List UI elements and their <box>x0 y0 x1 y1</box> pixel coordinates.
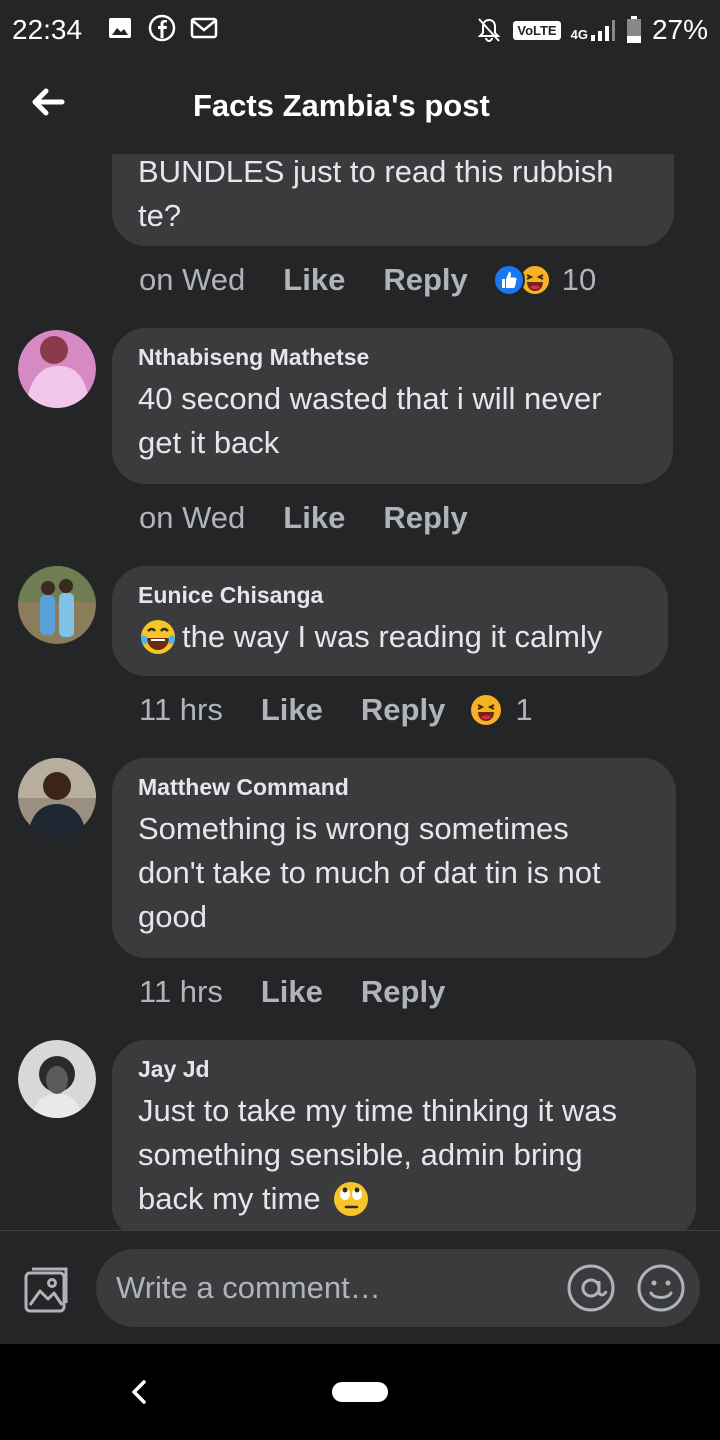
avatar[interactable] <box>18 1040 96 1118</box>
volte-badge: VoLTE <box>513 20 561 40</box>
muted-bell-icon <box>477 18 501 43</box>
system-indicators: VoLTE 4G 27% <box>475 14 708 46</box>
comment-bubble[interactable]: Jay Jd Just to take my time thinking it … <box>112 1040 696 1230</box>
system-nav-bar <box>0 1344 720 1440</box>
like-button[interactable]: Like <box>261 974 323 1010</box>
avatar[interactable] <box>18 758 96 836</box>
facebook-icon <box>148 14 176 42</box>
page-title: Facts Zambia's post <box>193 88 490 123</box>
like-button[interactable]: Like <box>283 262 345 298</box>
comment-text-line: the way I was reading it calmly <box>182 619 603 654</box>
comment-text-line: good <box>138 899 207 934</box>
comment-actions: 11 hrs Like Reply <box>139 974 483 1010</box>
gmail-icon <box>190 17 218 39</box>
like-button[interactable]: Like <box>261 692 323 728</box>
reply-button[interactable]: Reply <box>383 262 467 298</box>
reaction-count: 10 <box>561 262 597 297</box>
comment-author[interactable]: Matthew Command <box>138 774 650 801</box>
gallery-icon <box>109 18 131 38</box>
comment-time: 11 hrs <box>139 974 223 1009</box>
signal-icon <box>590 20 615 41</box>
comment-author[interactable]: Nthabiseng Mathetse <box>138 344 647 371</box>
photo-icon[interactable] <box>20 1263 72 1315</box>
comment-text-line: 40 second wasted that i will never <box>138 381 602 416</box>
battery-percent: 27% <box>651 14 708 45</box>
like-reaction-icon <box>492 264 525 296</box>
reaction-count: 1 <box>515 692 533 727</box>
tears-of-joy-emoji-icon <box>141 620 175 654</box>
comment-input[interactable] <box>116 1263 546 1313</box>
battery-icon <box>626 16 641 43</box>
comment-text-line: back my time <box>138 1177 670 1221</box>
comment-actions: 11 hrs Like Reply 1 <box>139 692 533 728</box>
back-arrow-icon[interactable] <box>28 82 68 122</box>
comment-text: 40 second wasted that i will never get i… <box>138 377 647 465</box>
haha-reaction-icon <box>471 695 502 725</box>
comment-text: Something is wrong sometimes don't take … <box>138 807 650 939</box>
signal-group: 4G <box>571 19 616 41</box>
reply-button[interactable]: Reply <box>361 692 445 728</box>
nav-back-icon[interactable] <box>128 1376 150 1408</box>
reaction-summary[interactable]: 1 <box>469 692 533 728</box>
comment-composer <box>0 1230 720 1344</box>
comment-bubble[interactable]: Matthew Command Something is wrong somet… <box>112 758 676 958</box>
comment-text-line: BUNDLES just to read this rubbish <box>138 154 614 189</box>
status-bar: 22:34 VoLTE 4G 27% <box>0 0 720 62</box>
nav-home-pill[interactable] <box>332 1382 388 1402</box>
comment-bubble[interactable]: Eunice Chisanga the way I was reading it… <box>112 566 668 676</box>
comment-input-wrapper <box>96 1249 700 1327</box>
comment-text: the way I was reading it calmly <box>138 615 642 659</box>
comment-actions: on Wed Like Reply 10 <box>139 262 596 298</box>
avatar[interactable] <box>18 330 96 408</box>
comment-text-line: something sensible, admin bring <box>138 1137 583 1172</box>
comment-bubble[interactable]: Nthabiseng Mathetse 40 second wasted tha… <box>112 328 673 484</box>
comment-text-line: get it back <box>138 425 280 460</box>
comment-list[interactable]: BUNDLES just to read this rubbish te? on… <box>0 154 720 1230</box>
like-button[interactable]: Like <box>283 500 345 536</box>
notification-icons <box>106 14 218 42</box>
comment-author[interactable]: Eunice Chisanga <box>138 582 642 609</box>
reaction-summary[interactable]: 10 <box>492 262 596 298</box>
comment-time: on Wed <box>139 262 246 297</box>
comment-text-line: Something is wrong sometimes <box>138 811 569 846</box>
mention-icon[interactable] <box>566 1263 616 1313</box>
avatar[interactable] <box>18 566 96 644</box>
eye-roll-emoji-icon <box>333 1182 368 1216</box>
reply-button[interactable]: Reply <box>361 974 445 1010</box>
comment-actions: on Wed Like Reply <box>139 500 506 536</box>
comment-text-line: back my time <box>138 1181 321 1216</box>
comment-text-line: Just to take my time thinking it was <box>138 1093 617 1128</box>
comment-time: on Wed <box>139 500 246 535</box>
comment-bubble[interactable]: BUNDLES just to read this rubbish te? <box>112 154 674 246</box>
comment-text-line: don't take to much of dat tin is not <box>138 855 601 890</box>
clock: 22:34 <box>12 14 83 45</box>
post-header: Facts Zambia's post <box>0 62 720 154</box>
comment-time: 11 hrs <box>139 692 223 727</box>
network-type: 4G <box>570 27 588 42</box>
comment-author[interactable]: Jay Jd <box>138 1056 670 1083</box>
comment-text: BUNDLES just to read this rubbish te? <box>138 154 648 238</box>
reply-button[interactable]: Reply <box>383 500 467 536</box>
comment-text: Just to take my time thinking it was som… <box>138 1089 670 1221</box>
emoji-picker-icon[interactable] <box>636 1263 686 1313</box>
comment-text-line: te? <box>138 198 182 233</box>
